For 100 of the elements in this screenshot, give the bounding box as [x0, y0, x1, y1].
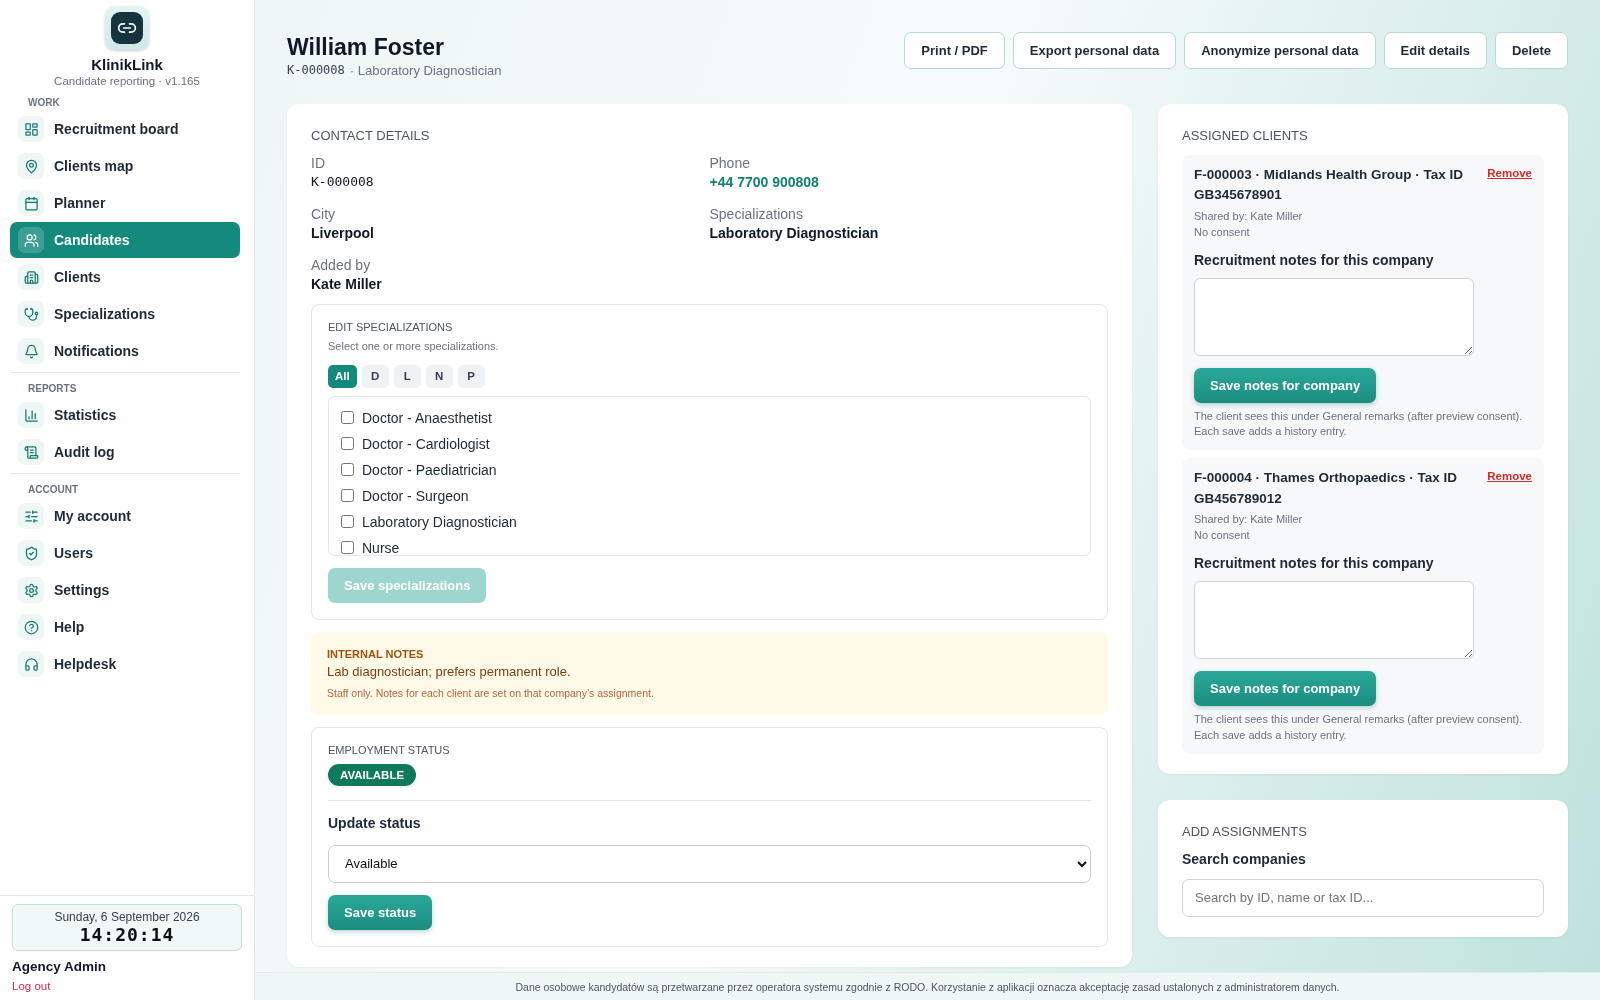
nav-label: Recruitment board	[54, 121, 179, 137]
panel-title: EMPLOYMENT STATUS	[328, 743, 451, 756]
checkbox[interactable]	[341, 437, 354, 451]
consent-status: No consent	[1194, 225, 1251, 238]
notes-field[interactable]	[1194, 580, 1474, 659]
nav-item[interactable]: Candidates	[10, 222, 240, 258]
status-select[interactable]: Available	[328, 844, 1091, 883]
action-button[interactable]: Delete	[1494, 32, 1568, 69]
nav-item[interactable]: Helpdesk	[10, 646, 240, 682]
scroll-icon	[18, 439, 44, 465]
nav-item[interactable]: Planner	[10, 185, 240, 221]
checkbox[interactable]	[341, 463, 354, 477]
nav-item[interactable]: Clients	[10, 259, 240, 295]
filter-chip[interactable]: L	[393, 364, 421, 388]
nav-section-heading: WORK	[27, 96, 61, 110]
consent-status: No consent	[1194, 528, 1251, 541]
field-label: Added by	[311, 257, 372, 273]
candidate-role: · Laboratory Diagnostician	[349, 63, 502, 78]
field-label: Specializations	[709, 206, 804, 222]
filter-chip[interactable]: N	[425, 364, 453, 388]
nav-label: Statistics	[54, 407, 117, 423]
option-label: Laboratory Diagnostician	[362, 513, 517, 530]
option-label: Doctor - Paediatrician	[362, 461, 497, 478]
section-title: CONTACT DETAILS	[311, 128, 431, 143]
nav-item[interactable]: Users	[10, 535, 240, 571]
field-value: Liverpool	[311, 225, 375, 241]
clock-date: Sunday, 6 September 2026	[53, 910, 201, 924]
nav-label: Settings	[54, 582, 110, 598]
nav-section-heading: REPORTS	[27, 382, 78, 396]
logout-link[interactable]: Log out	[12, 980, 51, 992]
nav-item[interactable]: Audit log	[10, 434, 240, 470]
checkbox[interactable]	[341, 541, 354, 555]
nav-item[interactable]: My account	[10, 498, 240, 534]
panel-title: INTERNAL NOTES	[327, 647, 425, 660]
panel-hint: Select one or more specializations.	[328, 339, 500, 354]
nav-label: Specializations	[54, 306, 156, 322]
nav-item[interactable]: Settings	[10, 572, 240, 608]
action-button[interactable]: Export personal data	[1012, 32, 1177, 69]
remove-link[interactable]: Remove	[1487, 470, 1532, 509]
app-name: KlinikLink	[91, 56, 163, 73]
client-title: F-000004 · Thames Orthopaedics · Tax ID GB456789012	[1194, 469, 1459, 508]
field-label: Update status	[328, 814, 422, 831]
candidate-id: K-000008	[287, 63, 345, 78]
action-button[interactable]: Print / PDF	[904, 32, 1005, 69]
bell-icon	[18, 338, 44, 364]
board-icon	[18, 116, 44, 142]
nav-item[interactable]: Clients map	[10, 148, 240, 184]
option-label: Nurse	[362, 539, 400, 555]
shield-icon	[18, 540, 44, 566]
nav-item[interactable]: Notifications	[10, 333, 240, 369]
nav-label: Audit log	[54, 444, 115, 460]
field-label: Search companies	[1182, 850, 1307, 867]
filter-chip[interactable]: P	[457, 364, 485, 388]
stethoscope-icon	[18, 301, 44, 327]
nav-item[interactable]: Statistics	[10, 397, 240, 433]
settings-icon	[18, 577, 44, 603]
field-label: City	[311, 206, 337, 222]
remove-link[interactable]: Remove	[1487, 167, 1532, 206]
option-label: Doctor - Surgeon	[362, 487, 469, 504]
option-label: Doctor - Anaesthetist	[362, 409, 492, 426]
bar-chart-icon	[18, 402, 44, 428]
section-title: ADD ASSIGNMENTS	[1182, 823, 1308, 839]
nav-label: Candidates	[54, 232, 130, 248]
checkbox[interactable]	[341, 411, 354, 425]
notes-field[interactable]	[1194, 277, 1474, 356]
search-field[interactable]: Search by ID, name or tax ID...	[1182, 878, 1544, 917]
map-pin-icon	[18, 153, 44, 179]
section-title: ASSIGNED CLIENTS	[1182, 128, 1309, 143]
nav-label: Clients map	[54, 158, 134, 174]
notes-hint: Staff only. Notes for each client are set on that company’s assignment.	[327, 686, 655, 699]
checkbox[interactable]	[341, 489, 354, 503]
clock-time: 14:20:14	[78, 924, 176, 945]
action-button[interactable]: Edit details	[1383, 32, 1487, 69]
nav-item[interactable]: Help	[10, 609, 240, 645]
status-badge: AVAILABLE	[328, 763, 417, 786]
field-value: K-000008	[311, 174, 375, 189]
field-value: Kate Miller	[311, 276, 383, 292]
phone-link[interactable]: +44 7700 900808	[709, 174, 1108, 190]
filter-chip[interactable]: D	[361, 364, 389, 388]
nav-label: Notifications	[54, 343, 139, 359]
app-subtitle: Candidate reporting · v1.165	[54, 75, 200, 87]
nav-label: Clients	[54, 269, 101, 285]
checkbox[interactable]	[341, 515, 354, 529]
field-label: Phone	[709, 155, 751, 171]
field-label: Recruitment notes for this company	[1194, 251, 1435, 268]
nav-item[interactable]: Specializations	[10, 296, 240, 332]
field-value: Laboratory Diagnostician	[709, 225, 880, 241]
users-icon	[18, 227, 44, 253]
shared-by: Shared by: Kate Miller	[1194, 209, 1304, 222]
filter-chip[interactable]: All	[328, 364, 357, 388]
nav-label: Helpdesk	[54, 656, 117, 672]
nav-section-heading: ACCOUNT	[27, 483, 79, 497]
action-button[interactable]: Anonymize personal data	[1184, 32, 1376, 69]
calendar-icon	[18, 190, 44, 216]
headset-icon	[18, 651, 44, 677]
user-name: Agency Admin	[12, 959, 107, 974]
nav-label: My account	[54, 508, 131, 524]
shared-by: Shared by: Kate Miller	[1194, 512, 1304, 525]
candidate-name: William Foster	[287, 34, 445, 61]
nav-item[interactable]: Recruitment board	[10, 111, 240, 147]
